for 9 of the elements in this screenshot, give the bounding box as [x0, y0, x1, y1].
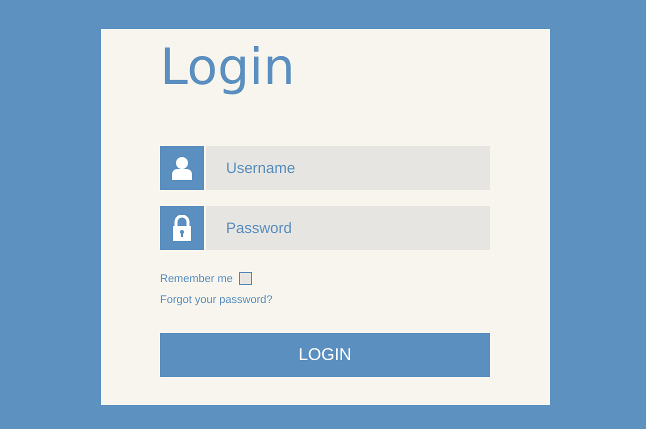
login-button[interactable]: LOGIN — [160, 333, 490, 377]
padlock-icon — [160, 206, 204, 250]
remember-checkbox[interactable] — [238, 272, 252, 285]
username-field[interactable]: Username — [206, 146, 490, 190]
forgot-password-link[interactable]: Forgot your password? — [160, 294, 272, 306]
login-title: Login — [160, 37, 295, 97]
user-icon — [160, 146, 204, 190]
remember-me-label: Remember me — [160, 272, 233, 284]
password-field[interactable]: Password — [206, 206, 490, 250]
